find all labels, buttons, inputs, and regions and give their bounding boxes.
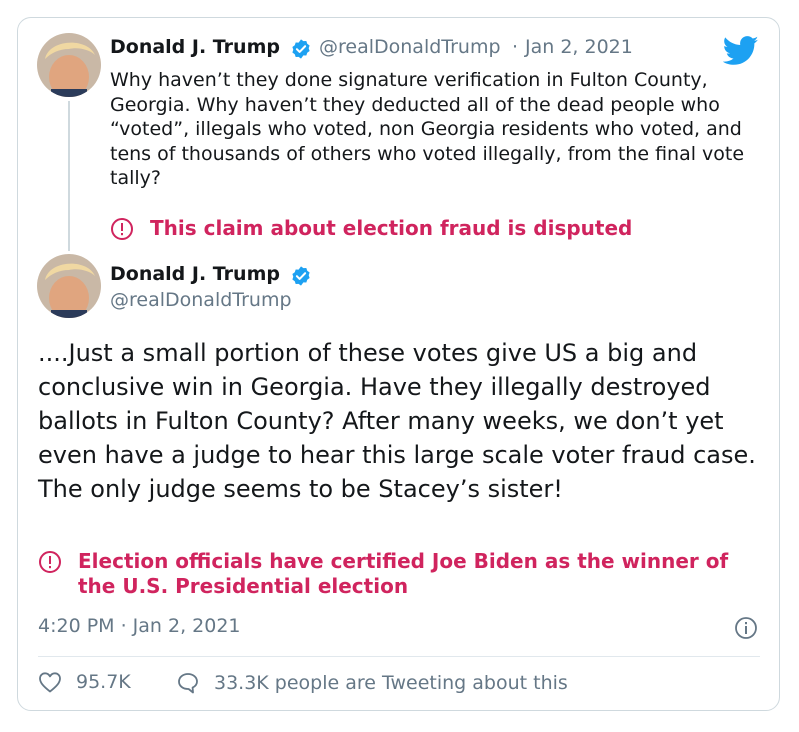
avatar[interactable] bbox=[37, 254, 101, 318]
warning-label: Election officials have certified Joe Bi… bbox=[78, 549, 729, 598]
tweet-date[interactable]: Jan 2, 2021 bbox=[525, 36, 633, 58]
verified-badge-icon bbox=[292, 39, 310, 59]
verified-badge-icon bbox=[292, 266, 310, 286]
handle[interactable]: @realDonaldTrump bbox=[110, 289, 292, 311]
main-tweet-text: ....Just a small portion of these votes … bbox=[38, 339, 756, 503]
separator: · bbox=[512, 36, 519, 58]
display-name[interactable]: Donald J. Trump bbox=[110, 36, 280, 58]
twitter-bird-icon[interactable] bbox=[723, 36, 759, 66]
divider bbox=[38, 656, 760, 657]
display-name[interactable]: Donald J. Trump bbox=[110, 263, 280, 285]
tweet-timestamp[interactable]: 4:20 PM · Jan 2, 2021 bbox=[38, 615, 241, 637]
conversation-stat[interactable]: 33.3K people are Tweeting about this bbox=[176, 671, 568, 695]
disputed-claim-notice[interactable]: This claim about election fraud is dispu… bbox=[110, 216, 750, 241]
exclamation-circle-icon bbox=[111, 218, 133, 240]
like-count: 95.7K bbox=[76, 671, 131, 693]
exclamation-circle-icon bbox=[39, 551, 61, 573]
info-icon[interactable] bbox=[734, 616, 758, 640]
speech-bubble-icon bbox=[178, 673, 198, 694]
handle[interactable]: @realDonaldTrump bbox=[319, 36, 501, 58]
tweet-card: Donald J. Trump @realDonaldTrump · Jan 2… bbox=[17, 17, 780, 711]
thread-line bbox=[68, 101, 70, 251]
election-certified-notice[interactable]: Election officials have certified Joe Bi… bbox=[38, 549, 768, 599]
heart-icon bbox=[39, 672, 61, 693]
avatar[interactable] bbox=[37, 33, 101, 97]
warning-label: This claim about election fraud is dispu… bbox=[150, 216, 633, 240]
like-stat[interactable]: 95.7K bbox=[38, 671, 131, 693]
quoted-tweet-text: Why haven’t they done signature verifica… bbox=[110, 69, 745, 189]
tweeting-count: 33.3K people are Tweeting about this bbox=[214, 672, 568, 694]
